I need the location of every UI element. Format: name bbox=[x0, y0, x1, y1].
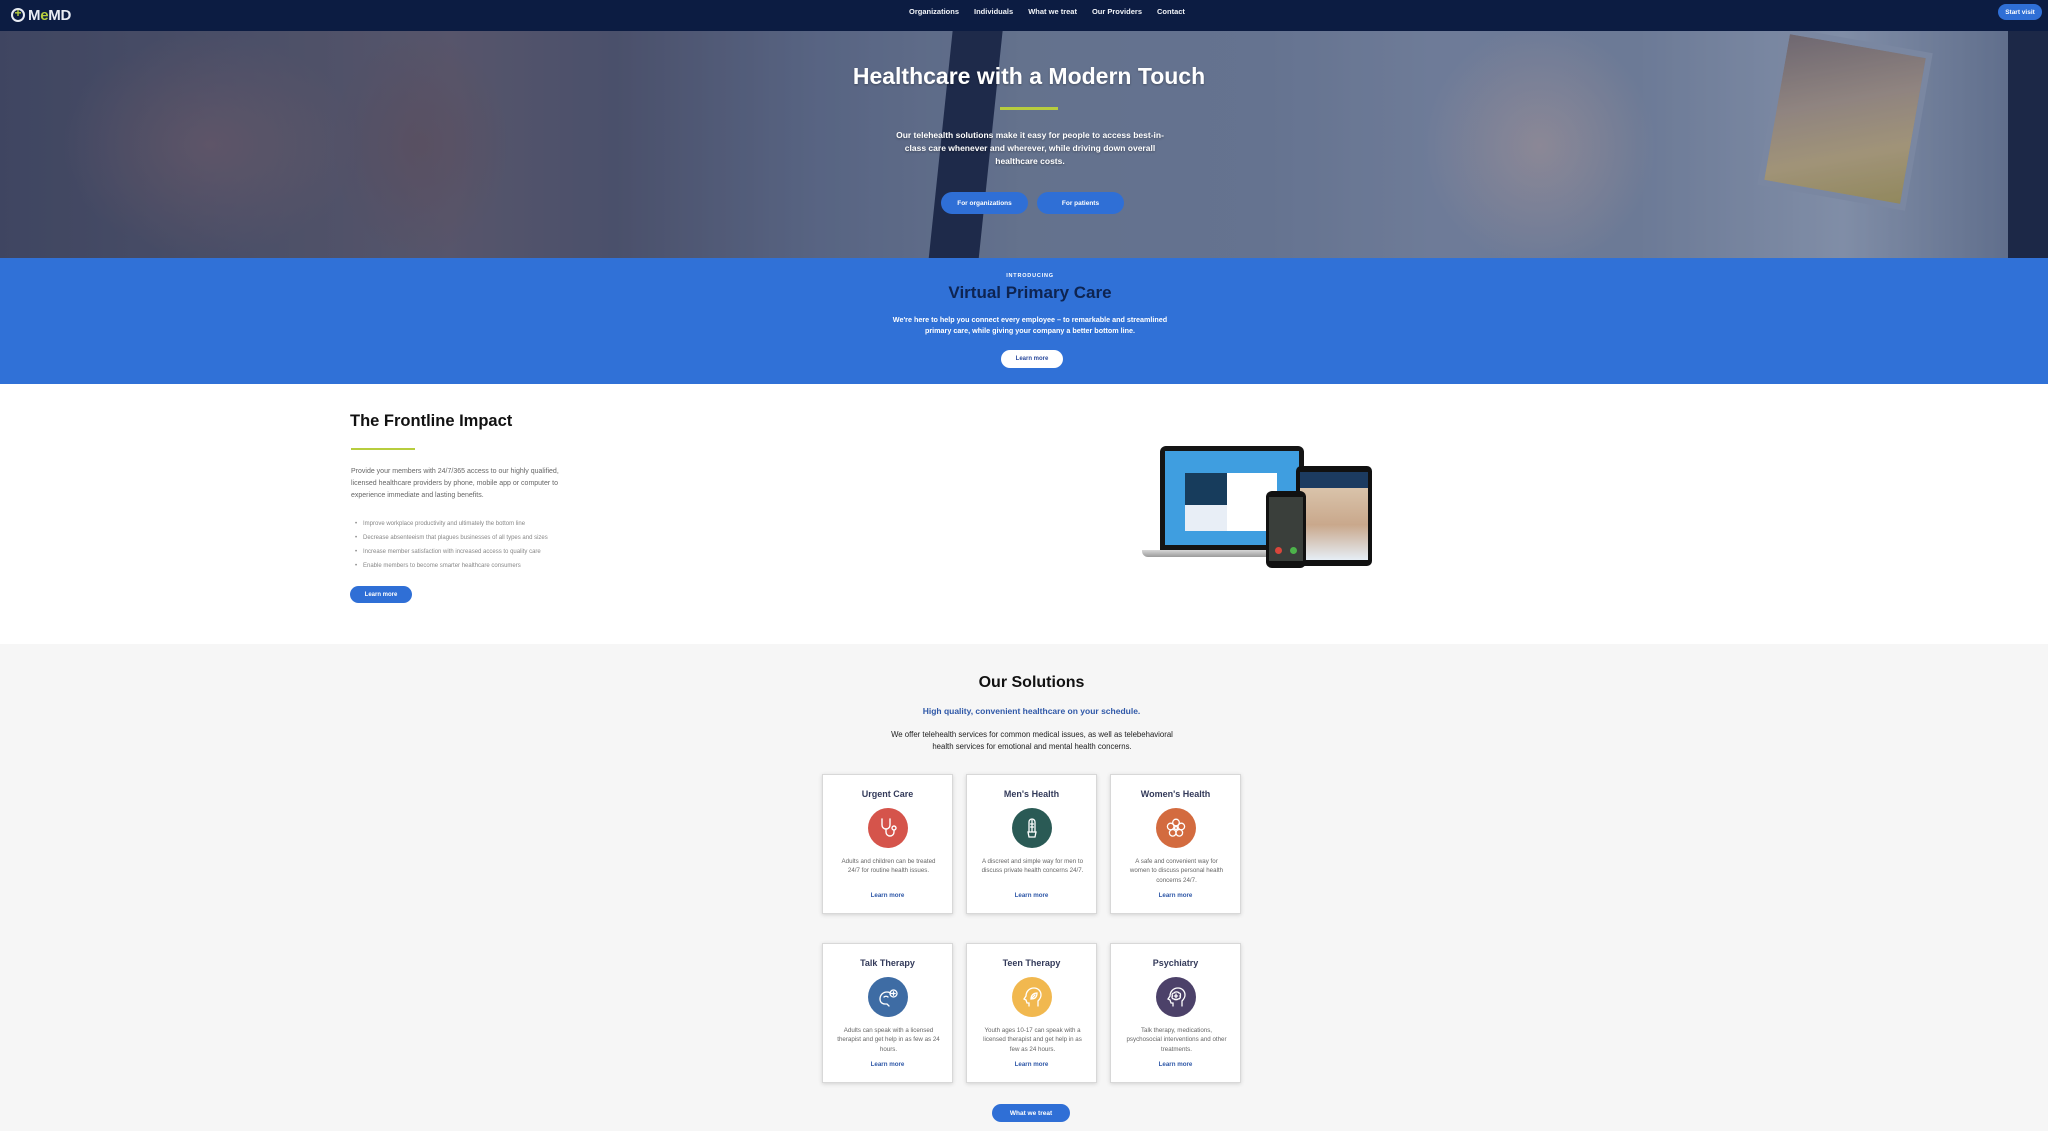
card-title: Psychiatry bbox=[1152, 958, 1199, 968]
vpc-title: Virtual Primary Care bbox=[948, 283, 1112, 302]
hero-section: Healthcare with a Modern Touch Our teleh… bbox=[0, 31, 2048, 258]
chat-plus-icon bbox=[11, 6, 25, 22]
vpc-description: We're here to help you connect every emp… bbox=[892, 315, 1168, 335]
tablet-image bbox=[1296, 466, 1372, 566]
frontline-learn-more-button[interactable]: Learn more bbox=[350, 586, 412, 603]
what-we-treat-button[interactable]: What we treat bbox=[992, 1104, 1070, 1122]
tablet-screen bbox=[1300, 472, 1368, 560]
flower-icon bbox=[1156, 808, 1196, 848]
card-learn-more-link[interactable]: Learn more bbox=[967, 892, 1096, 899]
decline-call-icon bbox=[1275, 547, 1282, 554]
solution-card-talk-therapy[interactable]: Talk Therapy Adults can speak with a lic… bbox=[822, 943, 953, 1083]
phone-image bbox=[1266, 491, 1306, 568]
nav-links: Organizations Individuals What we treat … bbox=[909, 7, 1185, 16]
leaf-head-icon bbox=[1012, 977, 1052, 1017]
card-description: Youth ages 10-17 can speak with a licens… bbox=[983, 1027, 1082, 1053]
solutions-description: We offer telehealth services for common … bbox=[891, 730, 1173, 751]
for-patients-button[interactable]: For patients bbox=[1037, 192, 1124, 214]
frontline-divider bbox=[351, 448, 415, 450]
solutions-title: Our Solutions bbox=[978, 674, 1085, 691]
cactus-icon bbox=[1012, 808, 1052, 848]
solution-card-teen-therapy[interactable]: Teen Therapy Youth ages 10-17 can speak … bbox=[966, 943, 1097, 1083]
vpc-eyebrow: INTRODUCING bbox=[1006, 273, 1054, 279]
nav-link-organizations[interactable]: Organizations bbox=[909, 7, 959, 16]
virtual-primary-care-section: INTRODUCING Virtual Primary Care We're h… bbox=[0, 258, 2048, 384]
logo-text: MeMD bbox=[28, 6, 71, 24]
phone-screen bbox=[1269, 497, 1303, 561]
card-title: Urgent Care bbox=[861, 789, 914, 799]
frontline-title: The Frontline Impact bbox=[350, 412, 513, 430]
card-description: A discreet and simple way for men to dis… bbox=[981, 858, 1084, 875]
laptop-card-panel bbox=[1185, 473, 1227, 531]
list-item: Enable members to become smarter healthc… bbox=[355, 559, 548, 573]
accept-call-icon bbox=[1290, 547, 1297, 554]
card-learn-more-link[interactable]: Learn more bbox=[823, 892, 952, 899]
frontline-benefits-list: Improve workplace productivity and ultim… bbox=[355, 517, 548, 573]
solution-card-psychiatry[interactable]: Psychiatry Talk therapy, medications, ps… bbox=[1110, 943, 1241, 1083]
vpc-learn-more-button[interactable]: Learn more bbox=[1001, 350, 1063, 368]
solution-card-womens-health[interactable]: Women's Health A safe and convenient way… bbox=[1110, 774, 1241, 914]
card-description: Adults and children can be treated 24/7 … bbox=[841, 858, 936, 875]
memd-logo[interactable]: MeMD bbox=[11, 5, 71, 25]
solutions-subtitle: High quality, convenient healthcare on y… bbox=[922, 706, 1141, 716]
nav-link-contact[interactable]: Contact bbox=[1157, 7, 1185, 16]
nav-link-what-we-treat[interactable]: What we treat bbox=[1028, 7, 1077, 16]
card-title: Women's Health bbox=[1140, 789, 1211, 799]
card-description: Talk therapy, medications, psychosocial … bbox=[1126, 1027, 1227, 1053]
our-solutions-section: Our Solutions High quality, convenient h… bbox=[0, 644, 2048, 1131]
devices-illustration bbox=[1142, 446, 1372, 576]
laptop-signup-card bbox=[1185, 473, 1277, 531]
list-item: Improve workplace productivity and ultim… bbox=[355, 517, 548, 531]
nav-link-our-providers[interactable]: Our Providers bbox=[1092, 7, 1142, 16]
list-item: Decrease absenteeism that plagues busine… bbox=[355, 531, 548, 545]
frontline-impact-section: The Frontline Impact Provide your member… bbox=[0, 384, 2048, 644]
top-nav: MeMD Organizations Individuals What we t… bbox=[0, 0, 2048, 31]
card-description: A safe and convenient way for women to d… bbox=[1129, 858, 1224, 884]
card-description: Adults can speak with a licensed therapi… bbox=[837, 1027, 940, 1053]
card-title: Teen Therapy bbox=[1002, 958, 1061, 968]
card-title: Men's Health bbox=[1003, 789, 1060, 799]
brain-head-icon bbox=[1156, 977, 1196, 1017]
talk-head-icon bbox=[868, 977, 908, 1017]
card-title: Talk Therapy bbox=[860, 958, 915, 968]
card-learn-more-link[interactable]: Learn more bbox=[1111, 892, 1240, 899]
hero-title: Healthcare with a Modern Touch bbox=[852, 63, 1206, 89]
hero-description: Our telehealth solutions make it easy fo… bbox=[896, 130, 1164, 166]
stethoscope-icon bbox=[868, 808, 908, 848]
nav-link-individuals[interactable]: Individuals bbox=[974, 7, 1013, 16]
card-learn-more-link[interactable]: Learn more bbox=[823, 1061, 952, 1068]
solution-card-urgent-care[interactable]: Urgent Care Adults and children can be t… bbox=[822, 774, 953, 914]
for-organizations-button[interactable]: For organizations bbox=[941, 192, 1028, 214]
start-visit-button[interactable]: Start visit bbox=[1998, 4, 2042, 20]
list-item: Increase member satisfaction with increa… bbox=[355, 545, 548, 559]
card-learn-more-link[interactable]: Learn more bbox=[967, 1061, 1096, 1068]
frontline-description: Provide your members with 24/7/365 acces… bbox=[351, 468, 559, 499]
hero-divider bbox=[1000, 107, 1058, 110]
card-learn-more-link[interactable]: Learn more bbox=[1111, 1061, 1240, 1068]
solution-card-mens-health[interactable]: Men's Health A discreet and simple way f… bbox=[966, 774, 1097, 914]
